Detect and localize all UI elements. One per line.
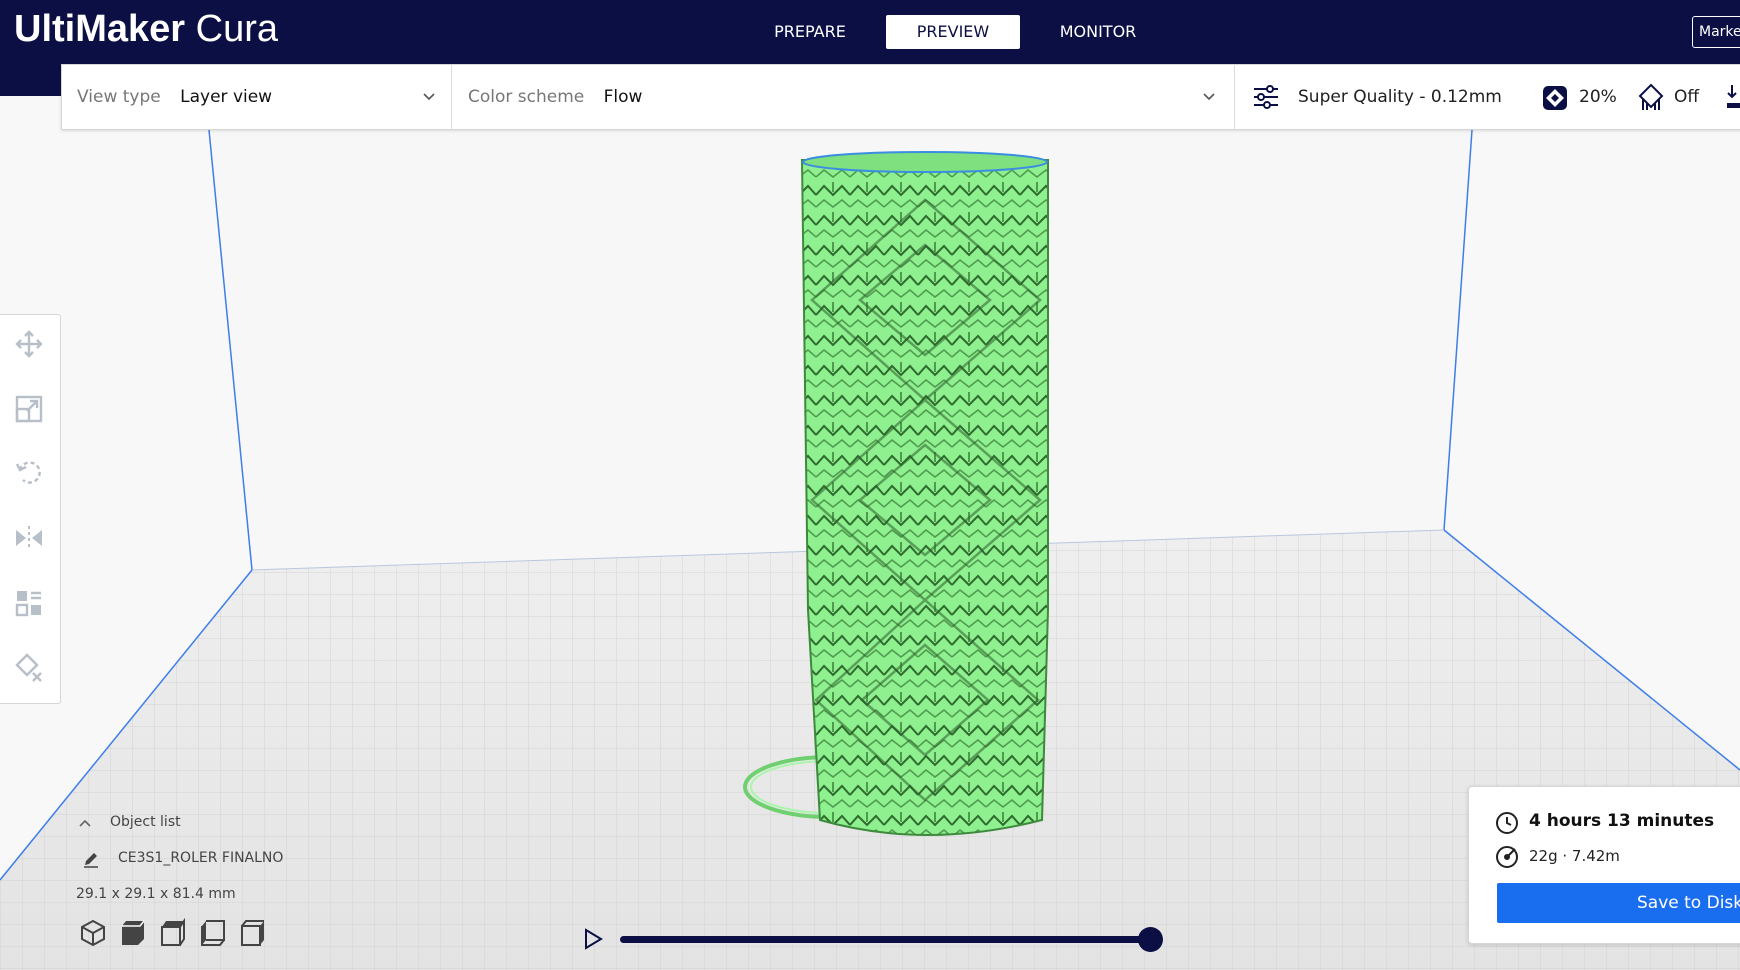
support-blocker-icon[interactable] <box>14 652 44 682</box>
view-left-icon[interactable] <box>198 918 228 948</box>
infill-icon <box>1543 86 1567 110</box>
layer-slider-handle[interactable] <box>1137 927 1163 952</box>
support-value[interactable]: Off <box>1674 65 1699 129</box>
view-front-icon[interactable] <box>118 918 148 948</box>
print-settings-icon <box>1254 85 1278 109</box>
view-3d-icon[interactable] <box>78 918 108 948</box>
app-title-light: Cura <box>195 8 278 50</box>
infill-value[interactable]: 20% <box>1579 65 1617 129</box>
edit-pencil-icon <box>84 853 98 868</box>
color-scheme-value: Flow <box>603 87 643 107</box>
clock-icon <box>1496 812 1518 834</box>
tool-sidebar <box>0 314 61 704</box>
object-dimensions: 29.1 x 29.1 x 81.4 mm <box>76 886 236 902</box>
material-estimate: 22g · 7.42m <box>1529 847 1620 865</box>
adhesion-icon <box>1727 85 1740 108</box>
preview-toolbar: View type Layer view Color scheme Flow S… <box>61 64 1740 130</box>
scale-icon[interactable] <box>14 394 44 424</box>
view-type-label: View type <box>77 87 161 107</box>
view-top-icon[interactable] <box>158 918 188 948</box>
view-type-value: Layer view <box>180 87 273 107</box>
cura-window: UltiMaker Cura PREPARE PREVIEW MONITOR M… <box>0 0 1740 970</box>
chevron-down-icon <box>1203 93 1215 101</box>
color-scheme-dropdown[interactable]: Color scheme Flow <box>468 65 1148 129</box>
app-title-bold: UltiMaker <box>14 8 186 50</box>
mirror-icon[interactable] <box>14 523 44 553</box>
tab-prepare[interactable]: PREPARE <box>748 15 872 49</box>
view-type-dropdown[interactable]: View type Layer view <box>77 65 457 129</box>
app-logo: UltiMaker Cura <box>14 8 278 51</box>
chevron-up-icon[interactable] <box>78 816 92 830</box>
chevron-down-icon <box>423 93 435 101</box>
save-to-disk-button[interactable]: Save to Disk <box>1497 883 1740 923</box>
support-icon <box>1638 83 1664 110</box>
view-right-icon[interactable] <box>238 918 268 948</box>
spool-icon <box>1496 846 1518 868</box>
move-icon[interactable] <box>14 329 44 359</box>
profile-selector[interactable]: Super Quality - 0.12mm <box>1298 65 1502 129</box>
tab-preview[interactable]: PREVIEW <box>886 15 1020 49</box>
play-simulation-icon[interactable] <box>582 928 604 950</box>
rotate-icon[interactable] <box>14 458 44 488</box>
tab-monitor[interactable]: MONITOR <box>1036 15 1160 49</box>
layer-slider-track[interactable] <box>620 936 1150 943</box>
object-list-header[interactable]: Object list <box>110 814 181 830</box>
object-name[interactable]: CE3S1_ROLER FINALNO <box>118 850 283 866</box>
marketplace-button[interactable]: Market <box>1692 16 1740 48</box>
print-time: 4 hours 13 minutes <box>1529 811 1715 831</box>
printed-model <box>800 159 1049 836</box>
per-model-settings-icon[interactable] <box>14 588 44 618</box>
print-summary-panel: 4 hours 13 minutes 22g · 7.42m Save to D… <box>1468 786 1740 944</box>
color-scheme-label: Color scheme <box>468 87 585 107</box>
